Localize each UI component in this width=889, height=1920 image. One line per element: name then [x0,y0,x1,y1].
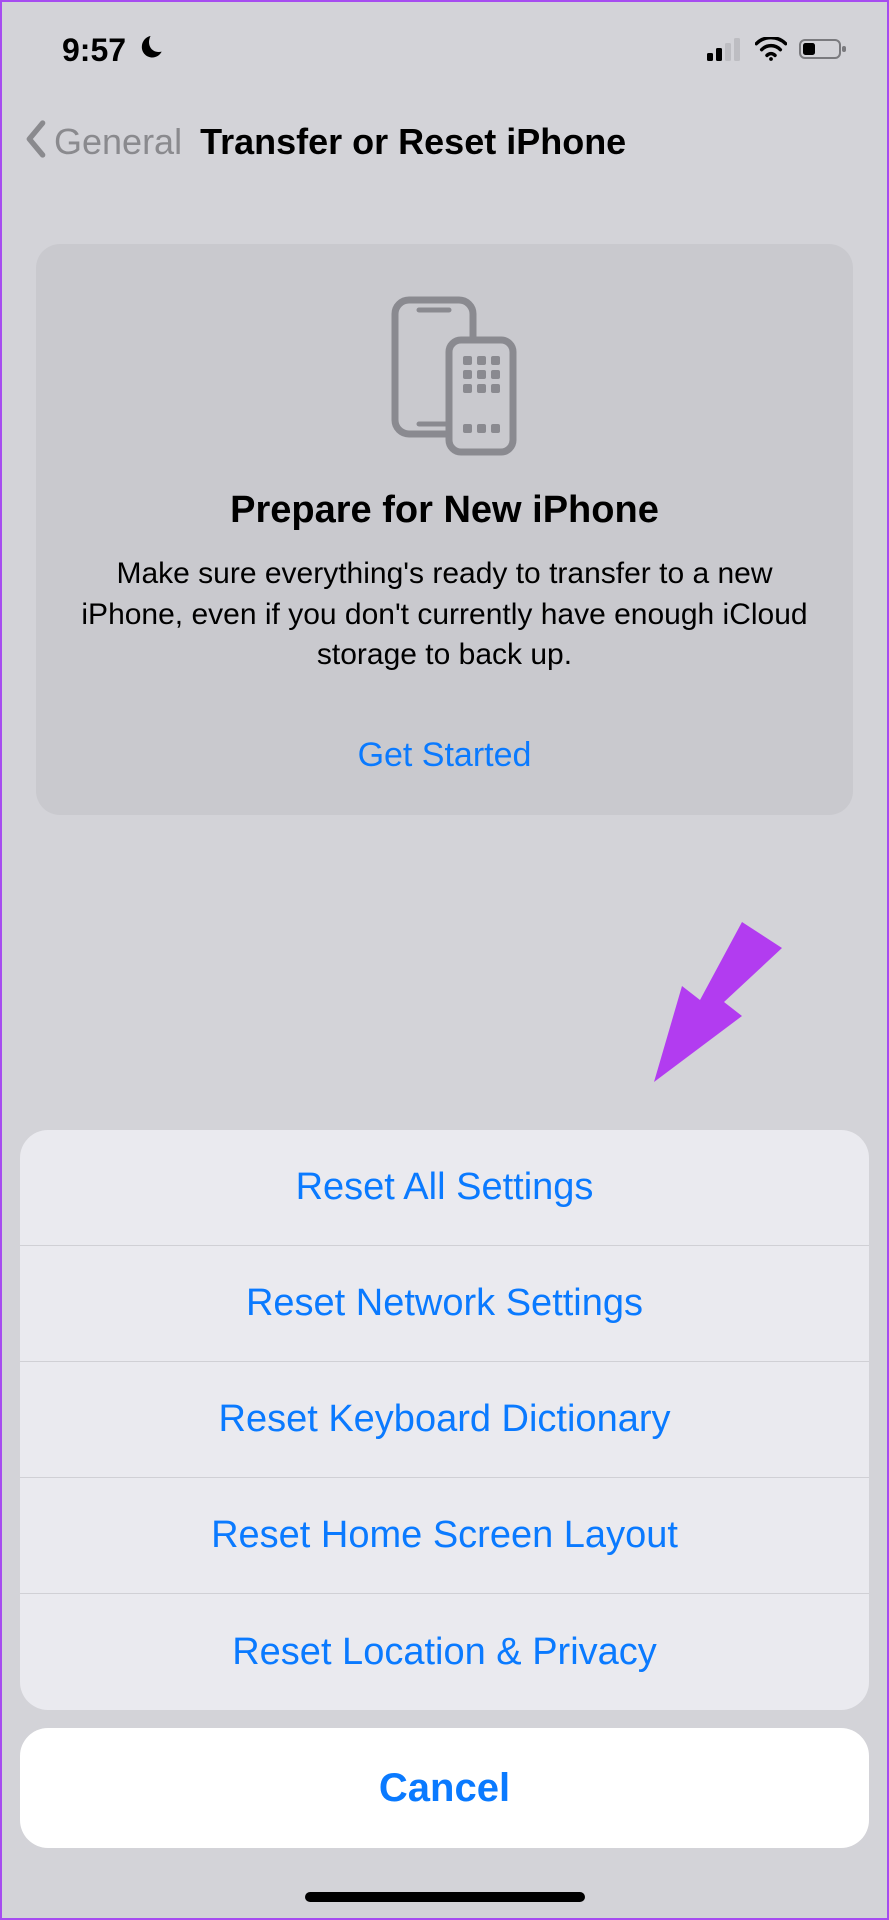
clock: 9:57 [62,32,126,69]
reset-keyboard-dictionary-item[interactable]: Reset Keyboard Dictionary [20,1362,869,1478]
annotation-arrow-icon [642,922,782,1082]
back-chevron-icon[interactable] [22,119,50,164]
status-left: 9:57 [62,32,164,69]
cellular-signal-icon [707,32,743,69]
reset-location-privacy-item[interactable]: Reset Location & Privacy [20,1594,869,1710]
page-title: Transfer or Reset iPhone [200,121,626,163]
prepare-card: Prepare for New iPhone Make sure everyth… [36,244,853,815]
prepare-title: Prepare for New iPhone [72,489,817,532]
action-sheet-container: Reset All Settings Reset Network Setting… [2,1130,887,1918]
back-button-label[interactable]: General [54,121,182,163]
reset-all-settings-item[interactable]: Reset All Settings [20,1130,869,1246]
battery-icon [799,32,847,69]
prepare-body: Make sure everything's ready to transfer… [72,554,817,676]
iphone-screen: 9:57 [0,0,889,1920]
reset-home-screen-layout-item[interactable]: Reset Home Screen Layout [20,1478,869,1594]
reset-action-sheet: Reset All Settings Reset Network Setting… [20,1130,869,1710]
status-right [707,32,847,69]
status-bar: 9:57 [2,2,887,79]
home-indicator[interactable] [305,1892,585,1902]
devices-icon [365,294,525,459]
reset-network-settings-item[interactable]: Reset Network Settings [20,1246,869,1362]
nav-header: General Transfer or Reset iPhone [2,79,887,184]
do-not-disturb-icon [136,32,164,69]
wifi-icon [755,32,787,69]
cancel-button[interactable]: Cancel [20,1728,869,1848]
get-started-button[interactable]: Get Started [72,736,817,775]
